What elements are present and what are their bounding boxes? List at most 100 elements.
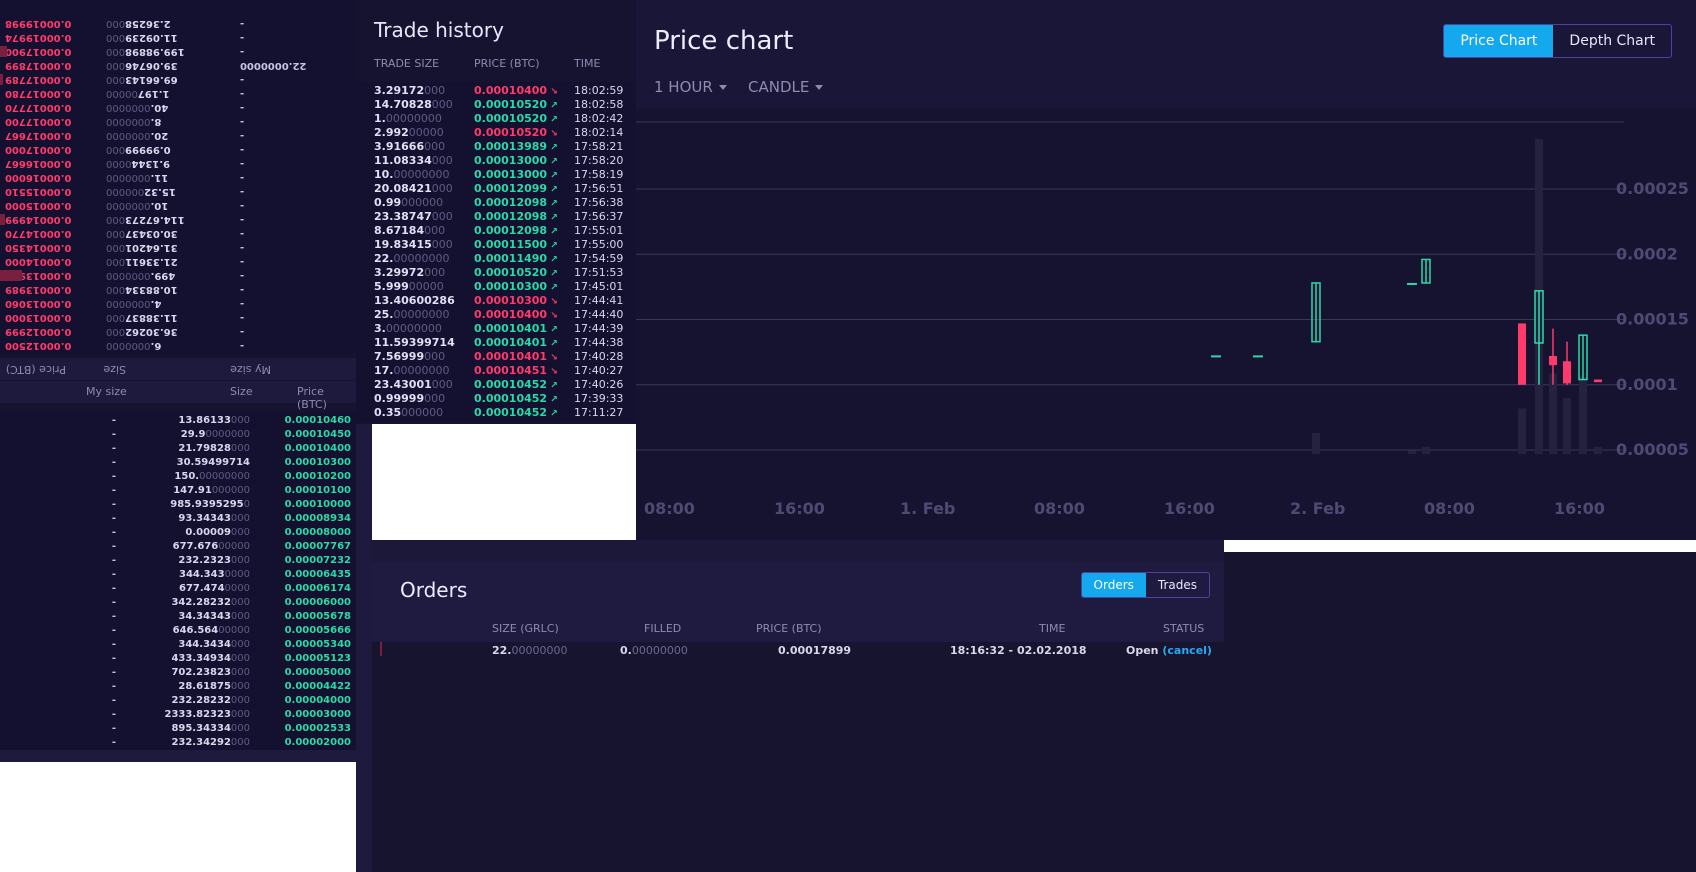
- order-book-row[interactable]: - 40.0000000 0.00017770: [0, 100, 356, 114]
- order-book-row[interactable]: - 114.67273000 0.00014999: [0, 212, 356, 226]
- order-book-row[interactable]: - 69.66143000 0.00017789: [0, 72, 356, 86]
- order-book-row[interactable]: - 433.34934000 0.00005123: [0, 652, 356, 666]
- price: 0.00017780: [5, 86, 105, 100]
- price-value: 0.00019974: [5, 32, 72, 43]
- order-book-row[interactable]: - 9.13440000 0.00016667: [0, 156, 356, 170]
- order-book-row[interactable]: - 21.33611000 0.00014000: [0, 254, 356, 268]
- order-book-row[interactable]: - 34.34343000 0.00005678: [0, 610, 356, 624]
- trade-price: 0.00010451 ↘: [474, 364, 558, 379]
- order-book-row[interactable]: - 8.0000000 0.00017700: [0, 114, 356, 128]
- order-book-row[interactable]: - 677.67600000 0.00007767: [0, 540, 356, 554]
- trade-row: 0.35000000 0.00010452 ↗ 17:11:27: [356, 406, 636, 420]
- order-book-row[interactable]: - 702.23823000 0.00005000: [0, 666, 356, 680]
- order-book-row[interactable]: - 6.0000000 0.00012500: [0, 338, 356, 352]
- order-book-row[interactable]: - 31.64201000 0.00014350: [0, 240, 356, 254]
- my-size: -: [111, 611, 116, 622]
- price-header: Price (BTC): [297, 385, 327, 411]
- trade-price: 0.00010520 ↗: [474, 266, 558, 281]
- price-value: 0.00014999: [5, 214, 72, 225]
- order-book-row[interactable]: - 20.0000000 0.00017667: [0, 128, 356, 142]
- size-decimals: 000: [106, 228, 126, 239]
- trade-time: 17:58:20: [574, 154, 624, 167]
- order-book-row[interactable]: - 11.0000000 0.00016000: [0, 170, 356, 184]
- order-book-row[interactable]: - 30.59499714 0.00010300: [0, 456, 356, 470]
- order-book-row[interactable]: - 147.91000000 0.00010100: [0, 484, 356, 498]
- trade-time: 17:40:27: [574, 364, 624, 377]
- order-book-row[interactable]: - 150.00000000 0.00010200: [0, 470, 356, 484]
- my-size: -: [240, 130, 245, 141]
- order-book-row[interactable]: - 11.09239000 0.00019974: [0, 30, 356, 44]
- order-book-row[interactable]: - 232.2323000 0.00007232: [0, 554, 356, 568]
- price-value: 0.00019998: [5, 18, 72, 29]
- order-book-row[interactable]: - 1.19700000 0.00017780: [0, 86, 356, 100]
- order-book-row[interactable]: -499.0000000 0.00013990: [0, 268, 356, 282]
- trade-size: 13.40600286: [374, 294, 455, 308]
- order-book-row[interactable]: - 4.0000000 0.00013060: [0, 296, 356, 310]
- order-book-row[interactable]: - 646.56400000 0.00005666: [0, 624, 356, 638]
- size-decimals: 00000000: [199, 471, 250, 482]
- candlestick-chart[interactable]: 0.00005 0.0001 0.00015 0.0002 0.00025 08:00 16…: [636, 108, 1696, 540]
- order-book-row[interactable]: - 30.03437000 0.00014770: [0, 226, 356, 240]
- my-size: -: [111, 583, 116, 594]
- orders-tab[interactable]: Orders: [1081, 573, 1146, 597]
- price: 0.00013060: [5, 296, 105, 310]
- order-book-row[interactable]: - 2333.82323000 0.00003000: [0, 708, 356, 722]
- size-value: 702.23823: [171, 667, 231, 678]
- order-book-row[interactable]: - 10.0000000 0.00015000: [0, 198, 356, 212]
- size-value: 342.28232: [171, 597, 231, 608]
- price: 0.00004422: [251, 680, 351, 694]
- trade-row: 13.40600286 0.00010300 ↘ 17:44:41: [356, 294, 636, 308]
- depth-chart-tab[interactable]: Depth Chart: [1553, 25, 1671, 57]
- order-book-row[interactable]: - 342.28232000 0.00006000: [0, 596, 356, 610]
- order-book-row[interactable]: - 13.86133000 0.00010460: [0, 414, 356, 428]
- order-book-row[interactable]: - 0.00009000 0.00008000: [0, 526, 356, 540]
- trade-row: 25.00000000 0.00010400 ↘ 17:44:40: [356, 308, 636, 322]
- order-book-row[interactable]: - 28.61875000 0.00004422: [0, 680, 356, 694]
- my-size: -: [240, 256, 245, 267]
- order-book-row[interactable]: - 344.3430000 0.00006435: [0, 568, 356, 582]
- order-book-row[interactable]: - 15.32000000 0.00015510: [0, 184, 356, 198]
- order-book-row[interactable]: - 677.4740000 0.00006174: [0, 582, 356, 596]
- trade-size: 11.08334000: [374, 154, 453, 168]
- order-book-row[interactable]: - 985.93952950 0.00010000: [0, 498, 356, 512]
- order-book-row[interactable]: - 232.28232000 0.00004000: [0, 694, 356, 708]
- trade-size: 14.70828000: [374, 98, 453, 112]
- order-book-row[interactable]: - 895.34334000 0.00002533: [0, 722, 356, 736]
- price-chart-tab[interactable]: Price Chart: [1444, 25, 1554, 57]
- order-book-row[interactable]: - 36.30262000 0.00012999: [0, 324, 356, 338]
- order-book-row[interactable]: - 10.88334000 0.00013989: [0, 282, 356, 296]
- order-book-row[interactable]: - 344.3434000 0.00005340: [0, 638, 356, 652]
- my-size: -: [240, 270, 245, 281]
- chart-style-dropdown[interactable]: CANDLE: [748, 78, 824, 96]
- cancel-order-link[interactable]: (cancel): [1162, 644, 1212, 657]
- trade-price: 0.00010300 ↘: [474, 294, 558, 309]
- order-book-row[interactable]: - 93.34343000 0.00008934: [0, 512, 356, 526]
- order-book-row[interactable]: - 21.79828000 0.00010400: [0, 442, 356, 456]
- chart-area[interactable]: 0.00005 0.0001 0.00015 0.0002 0.00025 08:00 16…: [636, 108, 1696, 540]
- order-book-row[interactable]: - 11.38837000 0.00013000: [0, 310, 356, 324]
- price-value: 0.00007767: [284, 541, 351, 552]
- price: 0.00019974: [5, 30, 105, 44]
- interval-dropdown[interactable]: 1 HOUR: [654, 78, 727, 96]
- size-value: 28.61875: [178, 681, 231, 692]
- order-book-row[interactable]: - 199.98898000 0.00017900: [0, 44, 356, 58]
- order-book-row[interactable]: 22.0000000 39.06746000 0.00017899: [0, 58, 356, 72]
- order-book-row[interactable]: - 29.90000000 0.00010450: [0, 428, 356, 442]
- my-size: -: [111, 555, 116, 566]
- size: 199.98898000: [106, 44, 226, 58]
- my-size: 22.0000000: [240, 60, 307, 71]
- price: 0.00007767: [251, 540, 351, 554]
- arrow-down-icon: ↘: [547, 311, 558, 321]
- size-value: 4.: [150, 298, 162, 309]
- order-book-row[interactable]: - 2.36258000 0.00019998: [0, 16, 356, 30]
- trade-size-decimals: 000000: [401, 406, 444, 419]
- trades-tab[interactable]: Trades: [1146, 573, 1209, 597]
- trade-size: 2.99200000: [374, 126, 444, 140]
- trade-row: 19.83415000 0.00011500 ↗ 17:55:00: [356, 238, 636, 252]
- order-book-row[interactable]: - 232.34292000 0.00002000: [0, 736, 356, 750]
- trade-price-value: 0.00010452: [474, 392, 548, 405]
- price: 0.00010200: [251, 470, 351, 484]
- trade-price-value: 0.00010401: [474, 322, 548, 335]
- trade-size: 3.00000000: [374, 322, 442, 336]
- order-book-row[interactable]: - 0.99999000 0.00017000: [0, 142, 356, 156]
